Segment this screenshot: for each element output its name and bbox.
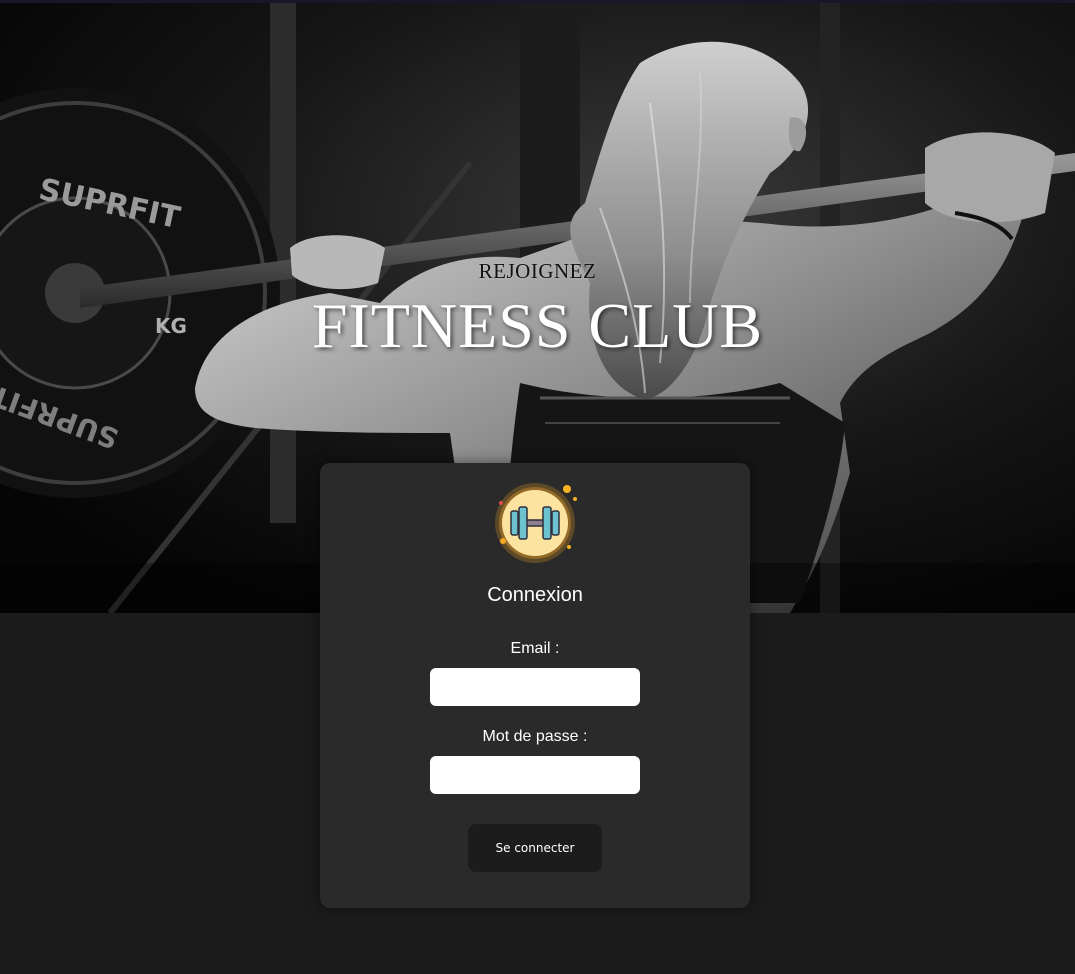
login-card: Connexion Email : Mot de passe : Se conn…: [320, 463, 750, 908]
dumbbell-icon: [495, 483, 577, 563]
hero-title: FITNESS CLUB: [311, 290, 764, 361]
logo: [493, 481, 577, 565]
hero-subtitle: REJOIGNEZ: [478, 259, 597, 283]
password-label: Mot de passe :: [482, 728, 588, 745]
password-field[interactable]: [430, 756, 640, 794]
email-field[interactable]: [430, 668, 640, 706]
login-title: Connexion: [487, 584, 583, 606]
login-button[interactable]: Se connecter: [468, 824, 602, 872]
email-label: Email :: [510, 640, 560, 657]
